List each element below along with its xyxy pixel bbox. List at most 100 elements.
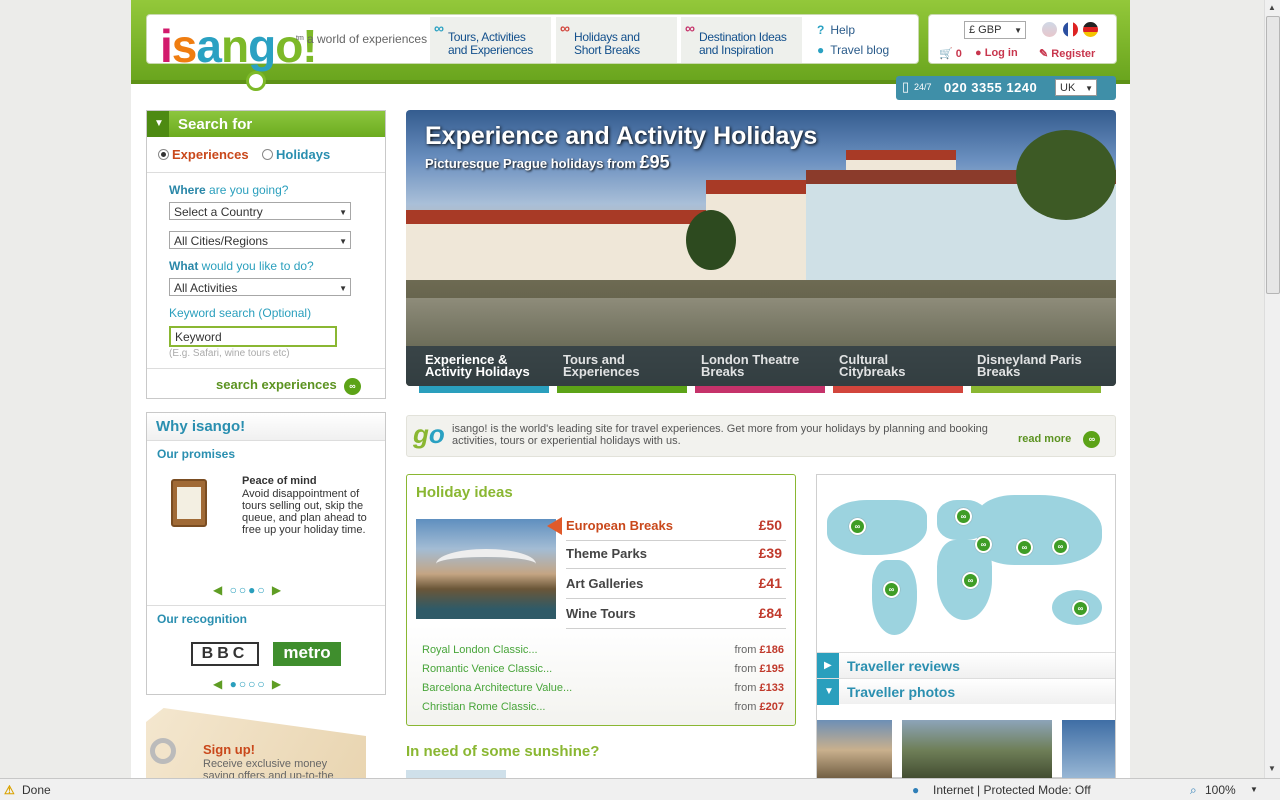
country-select[interactable]: Select a Country ▼ bbox=[169, 202, 351, 220]
chevron-down-icon: ▼ bbox=[1085, 84, 1093, 93]
traveller-photo-thumb[interactable] bbox=[1062, 720, 1115, 778]
map-pin-icon[interactable]: ∞ bbox=[955, 508, 972, 525]
arrow-left-icon[interactable]: ◀ bbox=[213, 677, 224, 691]
scroll-down-arrow-icon[interactable]: ▼ bbox=[1268, 764, 1276, 773]
signup-text: Receive exclusive money saving offers an… bbox=[203, 758, 334, 778]
logo-text: isango! bbox=[160, 20, 318, 72]
phone-bar: ▯ 24/7 020 3355 1240 UK ▼ bbox=[896, 76, 1116, 100]
chevron-down-icon[interactable]: ▼ bbox=[1250, 785, 1258, 794]
traveller-photos-toggle[interactable]: ▼ Traveller photos bbox=[817, 678, 1115, 705]
arrow-right-icon[interactable]: ▶ bbox=[272, 677, 283, 691]
nav-destinations[interactable]: ∞ Destination Ideas and Inspiration bbox=[681, 17, 803, 63]
divider bbox=[147, 368, 385, 369]
clipboard-icon bbox=[171, 479, 207, 527]
nav-tours[interactable]: ∞ Tours, Activities and Experiences bbox=[430, 17, 552, 63]
radio-off-icon bbox=[262, 149, 273, 160]
chevron-down-icon: ▼ bbox=[339, 237, 347, 246]
south-america-shape bbox=[872, 560, 917, 635]
status-text: Done bbox=[22, 783, 51, 797]
idea-row[interactable]: Wine Tours £84 bbox=[566, 599, 786, 629]
vertical-scrollbar[interactable]: ▲ ▼ bbox=[1264, 0, 1280, 778]
idea-row[interactable]: European Breaks £50 bbox=[566, 511, 786, 541]
germany-flag-icon[interactable] bbox=[1083, 22, 1098, 37]
package-row[interactable]: Christian Rome Classic... from £207 bbox=[422, 701, 784, 713]
radio-holidays[interactable]: Holidays bbox=[262, 147, 330, 162]
map-pin-icon[interactable]: ∞ bbox=[975, 536, 992, 553]
uk-flag-icon[interactable] bbox=[1042, 22, 1057, 37]
cart-icon: 🛒 bbox=[939, 48, 953, 60]
mobile-phone-icon: ▯ bbox=[902, 79, 910, 94]
hero-tab-experience[interactable]: Experience & Activity Holidays bbox=[425, 353, 530, 378]
activity-select[interactable]: All Activities ▼ bbox=[169, 278, 351, 296]
travel-blog-link[interactable]: ● Travel blog bbox=[817, 43, 917, 63]
globe-icon: ● bbox=[912, 783, 920, 797]
info-text: isango! is the world's leading site for … bbox=[452, 423, 988, 447]
sunshine-title: In need of some sunshine? bbox=[406, 743, 600, 760]
bridge-shape bbox=[436, 549, 536, 579]
info-strip: go isango! is the world's leading site f… bbox=[406, 415, 1116, 457]
traveller-photo-thumb[interactable] bbox=[902, 720, 1052, 778]
read-more-link[interactable]: read more ∞ bbox=[1018, 431, 1101, 448]
sunshine-photo bbox=[406, 770, 506, 778]
world-map[interactable]: ∞ ∞ ∞ ∞ ∞ ∞ ∞ ∞ bbox=[817, 475, 1115, 651]
cart-link[interactable]: 🛒 0 bbox=[939, 47, 962, 60]
map-pin-icon[interactable]: ∞ bbox=[883, 581, 900, 598]
triangle-down-icon: ▼ bbox=[817, 679, 839, 705]
register-link[interactable]: ✎ Register bbox=[1039, 47, 1095, 60]
map-pin-icon[interactable]: ∞ bbox=[962, 572, 979, 589]
search-experiences-button[interactable]: search experiences ∞ bbox=[216, 377, 361, 395]
france-flag-icon[interactable] bbox=[1063, 22, 1078, 37]
nav-holidays[interactable]: ∞ Holidays and Short Breaks bbox=[556, 17, 678, 63]
city-select[interactable]: All Cities/Regions ▼ bbox=[169, 231, 351, 249]
zoom-icon: ⌕ bbox=[1190, 783, 1197, 797]
hero-tab-disneyland[interactable]: Disneyland Paris Breaks bbox=[977, 353, 1082, 378]
hero-banner[interactable]: Experience and Activity Holidays Picture… bbox=[406, 110, 1116, 386]
speech-bubble-icon: ● bbox=[817, 43, 825, 57]
traveller-photo-thumb[interactable] bbox=[817, 720, 892, 778]
pencil-icon: ✎ bbox=[1039, 48, 1049, 60]
signup-title: Sign up! bbox=[203, 742, 255, 757]
hero-tab-underline bbox=[971, 386, 1101, 393]
triangle-down-icon: ▼ bbox=[147, 111, 169, 137]
search-header: ▼ Search for bbox=[147, 111, 385, 137]
login-link[interactable]: ● Log in bbox=[975, 47, 1018, 59]
hero-tab-cultural[interactable]: Cultural Citybreaks bbox=[839, 353, 905, 378]
region-select[interactable]: UK ▼ bbox=[1055, 79, 1097, 96]
zoom-level[interactable]: 100% bbox=[1205, 783, 1236, 797]
package-row[interactable]: Romantic Venice Classic... from £195 bbox=[422, 663, 784, 675]
signup-tag[interactable]: Sign up! Receive exclusive money saving … bbox=[146, 708, 366, 778]
map-pin-icon[interactable]: ∞ bbox=[849, 518, 866, 535]
package-row[interactable]: Royal London Classic... from £186 bbox=[422, 644, 784, 656]
scroll-up-arrow-icon[interactable]: ▲ bbox=[1268, 3, 1276, 12]
currency-select[interactable]: £ GBP ▼ bbox=[964, 21, 1026, 39]
promises-carousel-dots[interactable]: ◀ ○○●○ ▶ bbox=[213, 583, 283, 597]
map-pin-icon[interactable]: ∞ bbox=[1016, 539, 1033, 556]
radio-experiences[interactable]: Experiences bbox=[158, 147, 249, 162]
nav-tours-label: Tours, Activities and Experiences bbox=[448, 30, 533, 57]
map-pin-icon[interactable]: ∞ bbox=[1052, 538, 1069, 555]
logo[interactable]: isango! tm bbox=[160, 19, 318, 91]
keyword-input[interactable]: Keyword bbox=[169, 326, 337, 347]
arrow-left-icon[interactable]: ◀ bbox=[213, 583, 224, 597]
page: isango! tm a world of experiences ∞ Tour… bbox=[131, 0, 1130, 778]
keyword-label: Keyword search (Optional) bbox=[169, 306, 312, 320]
scrollbar-thumb[interactable] bbox=[1266, 16, 1280, 294]
package-row[interactable]: Barcelona Architecture Value... from £133 bbox=[422, 682, 784, 694]
hero-tab-tours[interactable]: Tours and Experiences bbox=[563, 353, 640, 378]
divider bbox=[147, 605, 385, 606]
where-label: Where are you going? bbox=[169, 183, 289, 197]
map-pin-icon[interactable]: ∞ bbox=[1072, 600, 1089, 617]
idea-row[interactable]: Art Galleries £41 bbox=[566, 569, 786, 599]
idea-row[interactable]: Theme Parks £39 bbox=[566, 539, 786, 569]
hero-tab-london-theatre[interactable]: London Theatre Breaks bbox=[701, 353, 799, 378]
help-link[interactable]: ? Help bbox=[817, 23, 917, 43]
go-logo-icon: go bbox=[413, 419, 445, 449]
nav-destinations-label: Destination Ideas and Inspiration bbox=[699, 30, 787, 57]
hero-tree bbox=[1016, 130, 1116, 220]
recognition-carousel-dots[interactable]: ◀ ●○○○ ▶ bbox=[213, 677, 283, 691]
promise-heading: Peace of mind bbox=[242, 475, 317, 487]
go-icon: ∞ bbox=[434, 20, 444, 36]
security-zone[interactable]: Internet | Protected Mode: Off bbox=[933, 783, 1091, 797]
traveller-reviews-toggle[interactable]: ▶ Traveller reviews bbox=[817, 652, 1115, 679]
arrow-right-icon[interactable]: ▶ bbox=[272, 583, 283, 597]
